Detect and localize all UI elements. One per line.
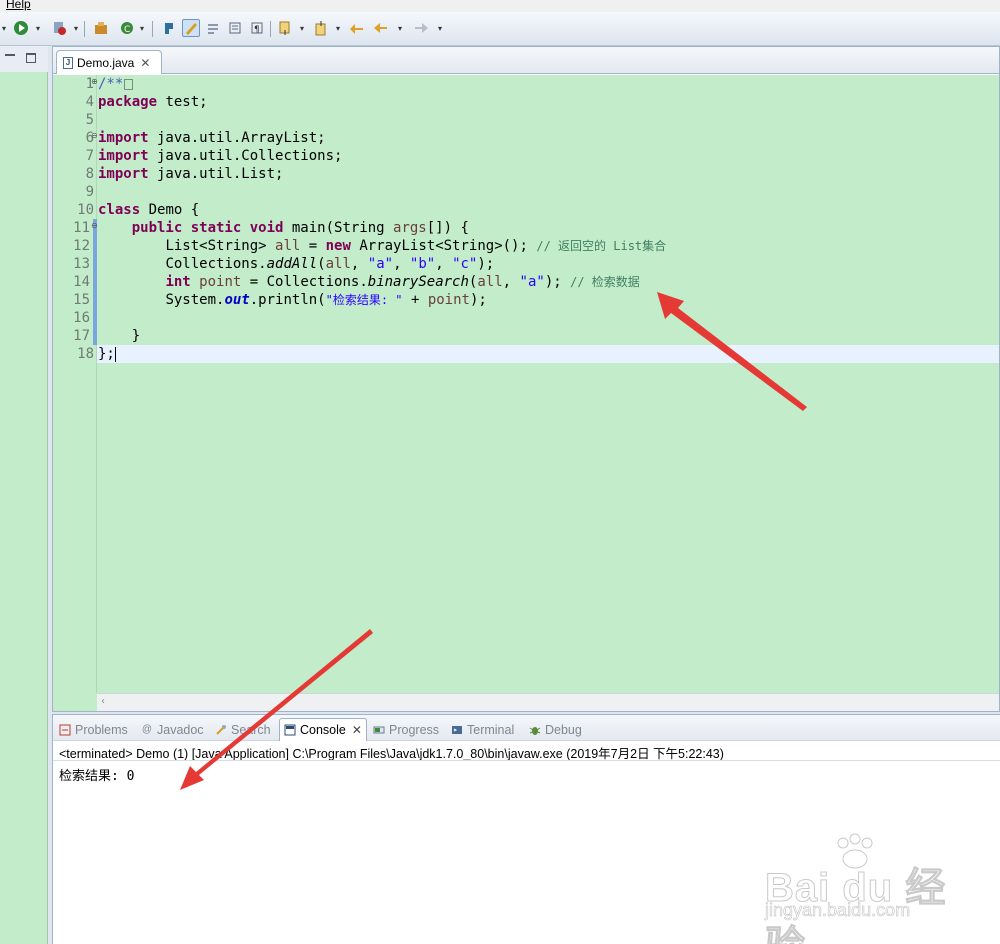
forward-icon[interactable] <box>412 19 430 37</box>
line-number: 12 <box>67 237 97 255</box>
close-icon[interactable]: ✕ <box>140 56 150 70</box>
last-edit-location-icon[interactable] <box>348 19 366 37</box>
forward-dropdown-icon[interactable]: ▾ <box>436 22 444 34</box>
line-number: 4 <box>85 94 94 110</box>
annotation-gutter <box>53 75 67 693</box>
terminal-icon <box>451 724 463 736</box>
menu-bar: Help <box>0 0 1000 12</box>
scroll-left-icon[interactable]: ‹ <box>101 696 105 707</box>
previous-annotation-dropdown-icon[interactable]: ▾ <box>334 22 342 34</box>
line-number: 14 <box>67 273 97 291</box>
back-icon[interactable] <box>372 19 390 37</box>
run-dropdown-icon[interactable]: ▾ <box>34 22 42 34</box>
new-class-icon[interactable]: C <box>118 19 136 37</box>
code-line: List<String> all = new ArrayList<String>… <box>165 238 667 254</box>
code-area[interactable]: /** package test; import java.util.Array… <box>97 75 999 693</box>
code-line: class Demo { <box>98 202 200 218</box>
external-tools-dropdown-icon[interactable]: ▾ <box>72 22 80 34</box>
line-number: 9 <box>85 184 94 200</box>
block-selection-icon[interactable] <box>226 19 244 37</box>
console-output[interactable]: 检索结果: 0 <box>59 765 134 784</box>
editor-tab-bar: J Demo.java ✕ <box>53 47 999 74</box>
dropdown-arrow-icon[interactable]: ▾ <box>0 22 8 34</box>
console-tab-bar: Problems @ Javadoc Search Console ✕ Prog… <box>53 715 1000 741</box>
scroll-corner <box>53 693 97 711</box>
current-code-line: }; <box>97 345 999 363</box>
search-icon <box>215 724 227 736</box>
tab-progress[interactable]: Progress <box>373 721 439 739</box>
tab-problems[interactable]: Problems <box>59 721 128 739</box>
back-dropdown-icon[interactable]: ▾ <box>396 22 404 34</box>
tab-javadoc[interactable]: @ Javadoc <box>141 721 204 739</box>
code-line: System.out.println("检索结果: " + point); <box>165 292 487 308</box>
code-line: package test; <box>98 94 208 110</box>
line-number: 17 <box>67 327 97 345</box>
close-icon[interactable]: ✕ <box>352 723 362 737</box>
line-number: 15 <box>67 291 97 309</box>
progress-icon <box>373 724 385 736</box>
line-number: 16 <box>67 309 97 327</box>
next-annotation-dropdown-icon[interactable]: ▾ <box>298 22 306 34</box>
problems-icon <box>59 724 71 736</box>
menu-help[interactable]: Help <box>6 0 31 11</box>
code-line: public static void main(String args[]) { <box>131 220 469 236</box>
toolbar: ▾ ▾ ▾ C ▾ ¶ ▾ ▾ ▾ ▾ <box>0 12 1000 46</box>
line-number: 8 <box>85 166 94 182</box>
code-line: import java.util.ArrayList; <box>98 130 326 146</box>
new-class-dropdown-icon[interactable]: ▾ <box>138 22 146 34</box>
code-line: import java.util.Collections; <box>98 148 343 164</box>
at-sign-icon: @ <box>141 724 153 735</box>
tab-search[interactable]: Search <box>215 721 271 739</box>
tab-label: Demo.java <box>77 55 135 70</box>
java-file-icon: J <box>63 56 73 69</box>
code-line: int point = Collections.binarySearch(all… <box>165 274 640 290</box>
tab-debug[interactable]: Debug <box>529 721 582 739</box>
folded-comment-icon[interactable] <box>124 78 134 90</box>
watermark-url: jingyan.baidu.com <box>765 900 911 921</box>
left-panel <box>0 46 48 944</box>
line-number: 5 <box>85 112 94 128</box>
tab-terminal[interactable]: Terminal <box>451 721 514 739</box>
paragraph-icon[interactable]: ¶ <box>248 19 266 37</box>
show-whitespace-icon[interactable] <box>204 19 222 37</box>
external-tools-icon[interactable] <box>50 19 68 37</box>
line-numbers: 1 4 5 6 7 8 9 10 11 12 13 14 15 16 17 18… <box>67 75 98 693</box>
console-icon <box>284 724 296 736</box>
code-line: Collections.addAll(all, "a", "b", "c"); <box>165 256 495 272</box>
code-line: } <box>131 328 141 344</box>
svg-text:¶: ¶ <box>254 25 260 35</box>
text-cursor <box>114 346 116 362</box>
mark-occurrences-icon[interactable] <box>182 19 200 37</box>
minimize-icon[interactable] <box>5 54 15 62</box>
code-line: /** <box>97 75 999 93</box>
svg-text:C: C <box>124 25 130 35</box>
editor: J Demo.java ✕ 1 4 5 6 7 8 9 10 11 12 13 … <box>52 46 1000 712</box>
next-annotation-icon[interactable] <box>276 19 294 37</box>
tab-demo-java[interactable]: J Demo.java ✕ <box>56 50 162 74</box>
run-icon[interactable] <box>12 19 30 37</box>
baidu-jingyan-watermark: Bai du 经验 jingyan.baidu.com <box>765 833 965 944</box>
code-line: import java.util.List; <box>98 166 284 182</box>
open-type-icon[interactable] <box>160 19 178 37</box>
line-number: 13 <box>67 255 97 273</box>
line-number: 18 <box>77 346 94 362</box>
maximize-icon[interactable] <box>26 53 36 63</box>
bug-icon <box>529 724 541 736</box>
line-number: 10 <box>77 202 94 218</box>
new-package-icon[interactable] <box>92 19 110 37</box>
divider <box>53 760 1000 761</box>
horizontal-scrollbar[interactable]: ‹ <box>97 693 999 711</box>
left-panel-header <box>0 46 48 72</box>
previous-annotation-icon[interactable] <box>312 19 330 37</box>
line-number: 7 <box>85 148 94 164</box>
tab-console[interactable]: Console ✕ <box>279 718 367 741</box>
